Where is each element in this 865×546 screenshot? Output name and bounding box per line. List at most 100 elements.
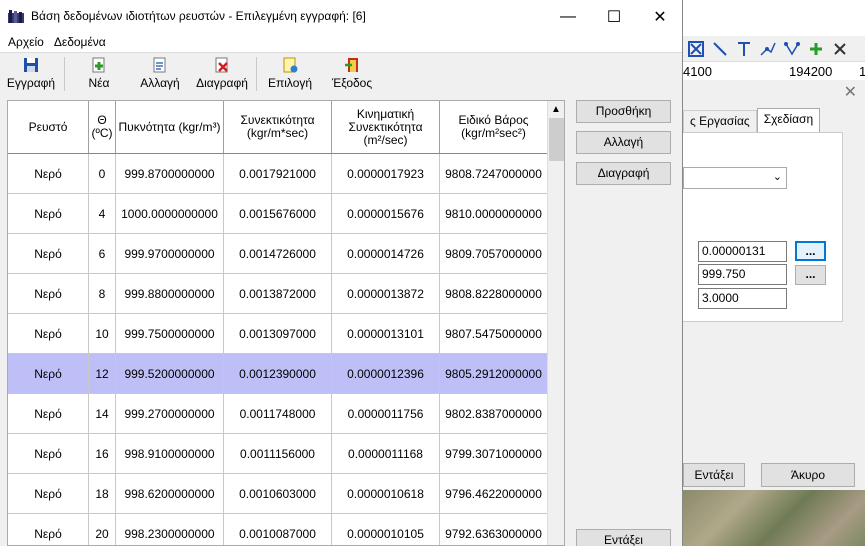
- table-row[interactable]: Νερό 4 1000.0000000000 0.0015676000 0.000001…: [8, 194, 548, 234]
- menu-data[interactable]: Δεδομένα: [49, 33, 111, 52]
- coordinate-x: 4100: [683, 64, 712, 79]
- cell-temperature: 16: [89, 434, 116, 473]
- select-record-icon: [282, 57, 298, 73]
- cell-specific-weight: 9799.3071000000: [440, 434, 548, 473]
- cell-viscosity: 0.0012390000: [224, 354, 332, 393]
- cell-fluid: Νερό: [8, 394, 89, 433]
- cell-specific-weight: 9796.4622000000: [440, 474, 548, 513]
- table-row[interactable]: Νερό 16 998.9100000000 0.0011156000 0.000001…: [8, 434, 548, 474]
- third-value-field[interactable]: 3.0000: [698, 288, 787, 309]
- cell-viscosity: 0.0011156000: [224, 434, 332, 473]
- record-button[interactable]: Εγγραφή: [6, 57, 56, 90]
- edit-record-icon: [152, 57, 168, 73]
- cell-specific-weight: 9808.7247000000: [440, 154, 548, 193]
- save-icon: [23, 57, 39, 73]
- delete-record-icon: [214, 57, 230, 73]
- polyline-tool-icon[interactable]: [759, 40, 777, 58]
- background-ribbon: [683, 0, 865, 36]
- chevron-down-icon: ⌄: [772, 171, 782, 183]
- column-header-specific-weight[interactable]: Ειδικό Βάρος (kgr/m²sec²): [440, 101, 548, 153]
- cell-fluid: Νερό: [8, 434, 89, 473]
- cell-kinematic-viscosity: 0.0000010618: [332, 474, 440, 513]
- edit-label: Αλλαγή: [140, 76, 180, 90]
- cell-density: 999.5200000000: [116, 354, 224, 393]
- cell-temperature: 20: [89, 514, 116, 545]
- text-tool-icon[interactable]: [735, 40, 753, 58]
- cell-kinematic-viscosity: 0.0000010105: [332, 514, 440, 545]
- cell-fluid: Νερό: [8, 274, 89, 313]
- background-toolbar: [683, 36, 865, 62]
- browse-viscosity-button[interactable]: ...: [795, 241, 826, 261]
- edit-button[interactable]: Αλλαγή: [137, 57, 183, 90]
- cell-specific-weight: 9810.0000000000: [440, 194, 548, 233]
- table-row[interactable]: Νερό 14 999.2700000000 0.0011748000 0.000001…: [8, 394, 548, 434]
- change-button[interactable]: Αλλαγή: [576, 131, 671, 154]
- menu-file[interactable]: Αρχείο: [3, 33, 49, 52]
- density-field[interactable]: 999.750: [698, 264, 787, 285]
- kinematic-viscosity-field[interactable]: 0.00000131: [698, 241, 787, 262]
- column-header-density[interactable]: Πυκνότητα (kgr/m³): [116, 101, 224, 153]
- exit-button[interactable]: Έξοδος: [330, 57, 374, 90]
- add-node-icon[interactable]: [807, 40, 825, 58]
- tab-design[interactable]: Σχεδίαση: [756, 108, 821, 132]
- remove-node-icon[interactable]: [831, 40, 849, 58]
- node-tool-icon[interactable]: [783, 40, 801, 58]
- cell-viscosity: 0.0010087000: [224, 514, 332, 545]
- menu-bar: Αρχείο Δεδομένα: [0, 33, 682, 52]
- tab-work[interactable]: ς Εργασίας: [683, 110, 757, 132]
- table-row[interactable]: Νερό 12 999.5200000000 0.0012390000 0.000001…: [8, 354, 548, 394]
- table-row[interactable]: Νερό 10 999.7500000000 0.0013097000 0.000001…: [8, 314, 548, 354]
- cell-fluid: Νερό: [8, 154, 89, 193]
- fluid-properties-grid[interactable]: Ρευστό Θ (ºC) Πυκνότητα (kgr/m³) Συνεκτι…: [7, 100, 565, 546]
- cell-specific-weight: 9807.5475000000: [440, 314, 548, 353]
- minimize-button[interactable]: —: [545, 0, 591, 33]
- new-record-icon: [91, 57, 107, 73]
- cell-density: 999.8700000000: [116, 154, 224, 193]
- column-header-viscosity[interactable]: Συνεκτικότητα (kgr/m*sec): [224, 101, 332, 153]
- close-icon[interactable]: ✕: [844, 82, 857, 102]
- toolbar: Εγγραφή Νέα Αλλαγή Διαγραφή Επιλογή Έξοδ…: [0, 52, 682, 96]
- scroll-thumb[interactable]: [549, 118, 564, 161]
- table-row[interactable]: Νερό 0 999.8700000000 0.0017921000 0.0000017…: [8, 154, 548, 194]
- cell-fluid: Νερό: [8, 474, 89, 513]
- ok-button[interactable]: Εντάξει: [576, 529, 671, 546]
- fluid-database-window: Βάση δεδομένων ιδιοτήτων ρευστών - Επιλε…: [0, 0, 683, 546]
- new-button[interactable]: Νέα: [84, 57, 114, 90]
- table-row[interactable]: Νερό 18 998.6200000000 0.0010603000 0.000001…: [8, 474, 548, 514]
- table-row[interactable]: Νερό 6 999.9700000000 0.0014726000 0.0000014…: [8, 234, 548, 274]
- table-row[interactable]: Νερό 8 999.8800000000 0.0013872000 0.0000013…: [8, 274, 548, 314]
- toolbar-separator: [256, 57, 257, 91]
- close-button[interactable]: ✕: [637, 0, 683, 33]
- column-header-kinematic-viscosity[interactable]: Κινηματική Συνεκτικότητα (m²/sec): [332, 101, 440, 153]
- column-header-temperature[interactable]: Θ (ºC): [89, 101, 116, 153]
- title-bar: Βάση δεδομένων ιδιοτήτων ρευστών - Επιλε…: [0, 0, 682, 33]
- grid-body: Νερό 0 999.8700000000 0.0017921000 0.0000017…: [8, 154, 548, 545]
- cell-viscosity: 0.0014726000: [224, 234, 332, 273]
- vertical-scrollbar[interactable]: ▲: [547, 101, 564, 545]
- maximize-button[interactable]: ☐: [591, 0, 637, 33]
- cell-viscosity: 0.0013872000: [224, 274, 332, 313]
- cell-kinematic-viscosity: 0.0000012396: [332, 354, 440, 393]
- cell-viscosity: 0.0013097000: [224, 314, 332, 353]
- add-button[interactable]: Προσθήκη: [576, 100, 671, 123]
- side-delete-button[interactable]: Διαγραφή: [576, 162, 671, 185]
- cell-temperature: 0: [89, 154, 116, 193]
- background-coordinates: 4100 194200 1: [683, 63, 865, 80]
- scroll-up-icon[interactable]: ▲: [548, 101, 564, 118]
- cell-specific-weight: 9805.2912000000: [440, 354, 548, 393]
- line-tool-icon[interactable]: [711, 40, 729, 58]
- delete-label: Διαγραφή: [196, 76, 248, 90]
- browse-density-button[interactable]: ...: [795, 265, 826, 285]
- grid-header: Ρευστό Θ (ºC) Πυκνότητα (kgr/m³) Συνεκτι…: [8, 101, 548, 154]
- column-header-fluid[interactable]: Ρευστό: [8, 101, 89, 153]
- background-combo[interactable]: ⌄: [683, 167, 787, 189]
- background-cancel-button[interactable]: Άκυρο: [761, 463, 855, 487]
- new-label: Νέα: [88, 76, 110, 90]
- background-ok-button[interactable]: Εντάξει: [683, 463, 745, 487]
- cell-density: 998.9100000000: [116, 434, 224, 473]
- app-database-icon: [8, 9, 24, 23]
- table-row[interactable]: Νερό 20 998.2300000000 0.0010087000 0.000001…: [8, 514, 548, 545]
- delete-button[interactable]: Διαγραφή: [194, 57, 250, 90]
- select-button[interactable]: Επιλογή: [267, 57, 313, 90]
- cross-box-icon[interactable]: [687, 40, 705, 58]
